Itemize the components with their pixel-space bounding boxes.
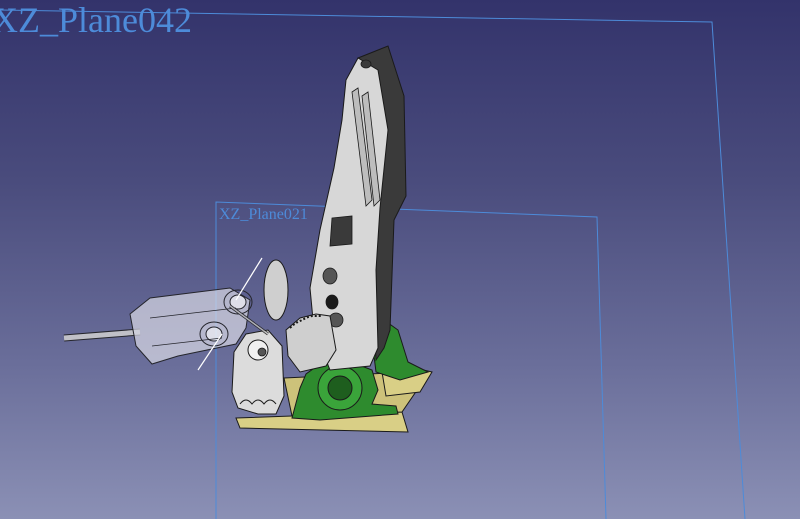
disc[interactable] (263, 259, 289, 321)
side-bracket[interactable] (231, 329, 285, 415)
3d-viewport[interactable]: XZ_Plane042 XZ_Plane021 (0, 0, 800, 519)
pedal-assembly-model[interactable] (0, 0, 800, 519)
